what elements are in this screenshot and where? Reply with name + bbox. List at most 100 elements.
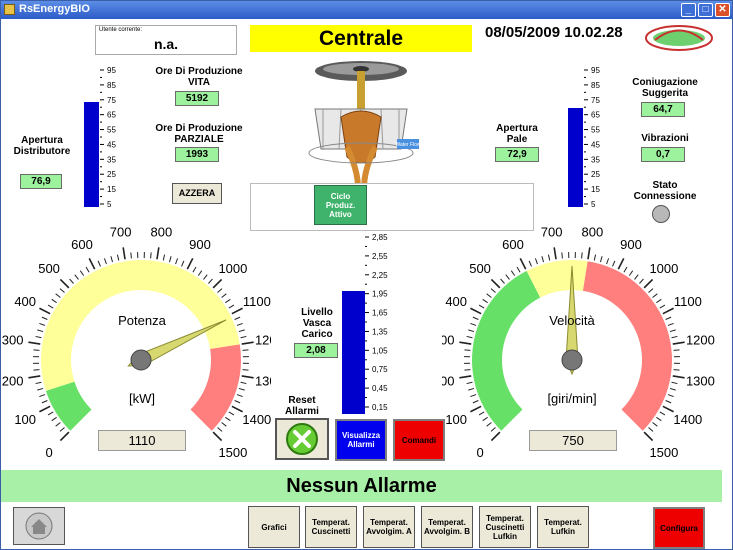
speed-gauge-tick <box>553 247 557 260</box>
distributor-scale-label: 35 <box>107 155 116 164</box>
power-gauge-tick <box>168 256 172 263</box>
speed-gauge-tick <box>643 431 654 442</box>
title-bar[interactable]: RsEnergyBIO _ □ ✕ <box>1 1 732 19</box>
distributor-scale-label: 75 <box>107 96 116 105</box>
turbine-icon: Water Flow <box>308 61 421 196</box>
hours-partial-label: Ore Di Produzione PARZIALE <box>155 123 243 145</box>
bearing-temp-button[interactable]: Temperat. Cuscinetti <box>305 506 357 548</box>
power-gauge-scale-label: 700 <box>110 225 132 240</box>
vibration-value: 0,7 <box>641 147 685 162</box>
power-gauge-tick <box>41 316 48 320</box>
power-gauge-scale-label: 800 <box>150 225 172 240</box>
power-gauge-tick <box>197 270 203 276</box>
power-gauge-tick <box>241 375 254 379</box>
speed-gauge-tick <box>628 270 634 276</box>
power-gauge-tick <box>208 278 213 284</box>
connection-label: Stato Connessione <box>633 180 697 202</box>
speed-gauge-tick <box>652 293 658 298</box>
tank-scale-label: 0,75 <box>372 365 388 374</box>
speed-gauge-tick <box>672 341 685 345</box>
speed-gauge-tick <box>623 266 628 273</box>
power-gauge-tick <box>28 341 41 345</box>
tank-scale-label: 1,35 <box>372 327 388 336</box>
power-gauge-scale-label: 600 <box>71 237 93 252</box>
power-gauge-tick <box>39 307 51 315</box>
blades-label: Apertura Pale <box>496 123 538 145</box>
reset-hours-button[interactable]: AZZERA <box>172 183 222 204</box>
tank-scale-label: 1,05 <box>372 346 388 355</box>
page-title: Centrale <box>250 25 472 52</box>
power-gauge-tick <box>59 431 70 442</box>
connection-status-led <box>652 205 670 223</box>
close-button[interactable]: ✕ <box>715 3 730 17</box>
main-content: Utente corrente: n.a. Centrale 08/05/200… <box>1 19 732 549</box>
power-gauge-tick <box>35 335 42 339</box>
blades-scale-label: 15 <box>591 185 600 194</box>
speed-gauge-tick <box>672 375 685 379</box>
maximize-button[interactable]: □ <box>698 3 713 17</box>
distributor-label: Apertura Distributore <box>13 135 71 157</box>
tank-scale-label: 0,15 <box>372 403 388 412</box>
power-gauge-tick <box>231 405 243 413</box>
minimize-button[interactable]: _ <box>681 3 696 17</box>
power-gauge-tick <box>130 252 132 259</box>
turbine-tag: Water Flow <box>395 142 420 148</box>
power-gauge-tick <box>59 278 70 289</box>
commands-button[interactable]: Comandi <box>393 419 445 461</box>
view-alarms-button[interactable]: Visualizza Allarmi <box>335 419 387 461</box>
power-gauge-tick <box>55 293 61 298</box>
speed-gauge-scale-label: 300 <box>442 333 454 348</box>
tank-scale-label: 2,55 <box>372 252 388 261</box>
speed-gauge-scale-label: 400 <box>445 294 467 309</box>
power-gauge-unit: [kW] <box>129 391 155 406</box>
configure-button[interactable]: Configura <box>653 507 705 549</box>
speed-gauge-tick <box>665 400 672 404</box>
speed-gauge-tick <box>534 258 538 265</box>
power-gauge-tick <box>212 278 223 289</box>
power-gauge-tick <box>110 256 114 263</box>
power-gauge-scale-label: 1300 <box>255 373 271 388</box>
production-cycle-button[interactable]: Ciclo Produz. Attivo <box>314 185 367 225</box>
power-gauge-scale-label: 500 <box>38 261 60 276</box>
power-gauge-tick <box>192 266 197 273</box>
power-gauge-tick <box>175 258 179 265</box>
distributor-bar-fill <box>84 102 99 207</box>
speed-gauge-tick <box>505 274 510 280</box>
leaf-logo-icon <box>645 25 713 51</box>
reset-alarms-button[interactable] <box>275 418 329 460</box>
tank-scale-label: 2,85 <box>372 233 388 242</box>
power-gauge-tick <box>37 329 44 333</box>
charts-button[interactable]: Grafici <box>248 506 300 548</box>
speed-gauge-tick <box>541 256 545 263</box>
power-gauge-tick <box>51 416 57 422</box>
power-gauge-green-zone <box>45 381 92 431</box>
distributor-scale-label: 5 <box>107 200 112 209</box>
power-gauge-scale-label: 1400 <box>242 412 271 427</box>
lufkin-bearing-temp-button[interactable]: Temperat. Cuscinetti Lufkin <box>479 506 531 548</box>
speed-gauge-tick <box>667 322 674 326</box>
speed-gauge-tick <box>459 341 472 345</box>
power-gauge-tick <box>228 411 235 416</box>
suggested-label: Coniugazione Suggerita <box>632 77 698 99</box>
power-gauge-tick <box>225 298 231 304</box>
blades-bar-fill <box>568 107 583 207</box>
blades-scale-label: 55 <box>591 126 600 135</box>
power-gauge-tick <box>150 252 152 259</box>
blades-scale-label: 85 <box>591 81 600 90</box>
speed-gauge-tick <box>547 254 551 261</box>
lufkin-temp-button[interactable]: Temperat. Lufkin <box>537 506 589 548</box>
speed-gauge-tick <box>581 252 583 259</box>
distributor-value: 76,9 <box>20 174 62 189</box>
speed-gauge-tick <box>472 316 479 320</box>
home-button[interactable] <box>13 507 65 545</box>
app-window: RsEnergyBIO _ □ ✕ Utente corrente: n.a. … <box>0 0 733 550</box>
speed-gauge-tick <box>648 288 654 293</box>
current-user-value: n.a. <box>153 36 179 52</box>
distributor-scale-label: 15 <box>107 185 116 194</box>
speed-gauge-tick <box>648 427 654 432</box>
speed-gauge-scale-label: 500 <box>469 261 491 276</box>
winding-a-temp-button[interactable]: Temperat. Avvolgim. A <box>363 506 415 548</box>
blades-value: 72,9 <box>495 147 539 162</box>
winding-b-temp-button[interactable]: Temperat. Avvolgim. B <box>421 506 473 548</box>
check-circle-icon <box>286 423 318 455</box>
